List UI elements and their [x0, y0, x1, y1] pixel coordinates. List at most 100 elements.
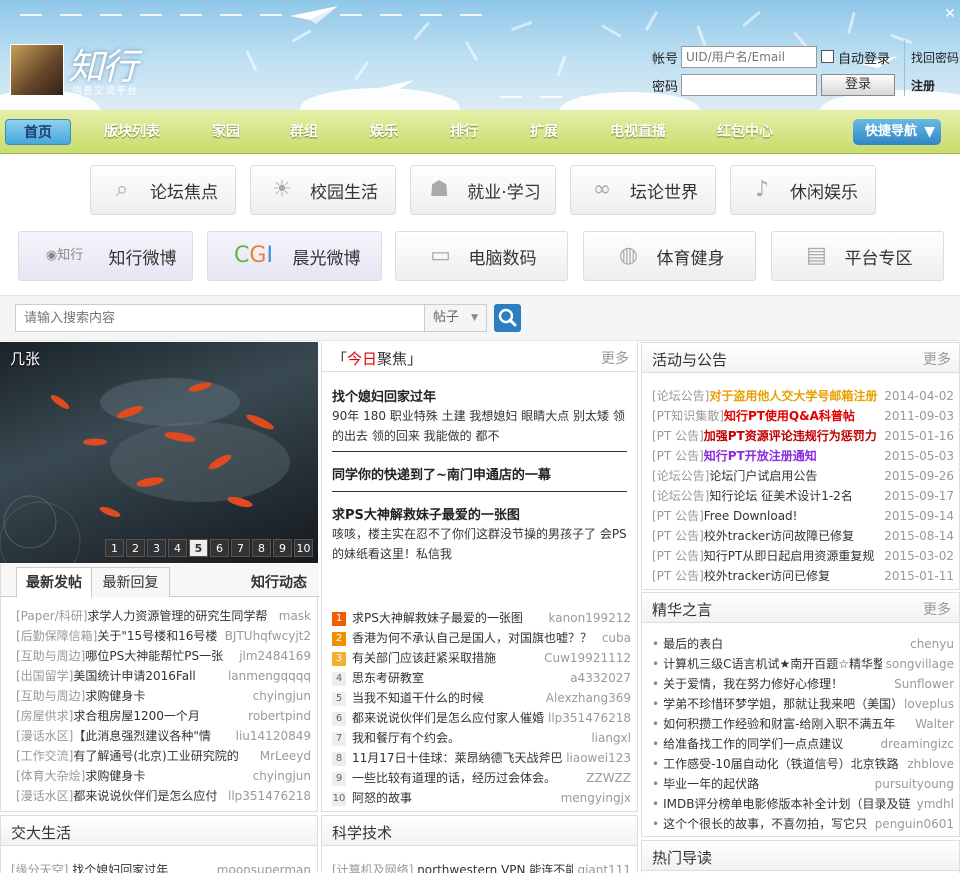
item-tag[interactable]: [论坛公告]	[652, 489, 709, 503]
nav-ranking[interactable]: 排行	[434, 119, 494, 145]
item-tag[interactable]: [出国留学]	[16, 669, 73, 683]
item-title[interactable]: 11月17日十佳球：莱昂纳德飞天战斧巴	[352, 751, 563, 765]
item-user[interactable]: loveplus	[900, 694, 954, 714]
list-item[interactable]: 1 求PS大神解救妹子最爱的一张图 kanon199212	[322, 608, 637, 628]
list-item[interactable]: 9 一些比较有道理的话，经历过会体会。 ZZWZZ	[322, 768, 637, 788]
item-user[interactable]: jlm2484169	[235, 646, 311, 666]
slideshow[interactable]: 几张 1 2 3 4 5 6 7 8 9 10	[0, 342, 318, 563]
list-item[interactable]: • 计算机三级C语言机试★南开百题☆精华整 songvillage	[642, 654, 960, 674]
item-user[interactable]: songvillage	[881, 654, 954, 674]
item-title[interactable]: 都来说说伙伴们是怎么应付	[73, 789, 217, 803]
list-item[interactable]: [后勤保障信箱]关于"15号楼和16号楼 BJTUhqfwcyjt2	[1, 626, 317, 646]
find-password-link[interactable]: 找回密码	[911, 49, 959, 66]
item-title[interactable]: 关于爱情，我在努力修好心修理！	[663, 677, 843, 691]
item-user[interactable]: cuba	[597, 628, 631, 648]
item-tag[interactable]: [论坛公告]	[652, 389, 709, 403]
list-item[interactable]: [出国留学]美国统计申请2016Fall lanmengqqqq	[1, 666, 317, 686]
focus-article-title[interactable]: 求PS大神解救妹子最爱的一张图	[332, 504, 520, 523]
focus-more-link[interactable]: 更多	[601, 348, 629, 368]
nav-home[interactable]: 首页	[5, 119, 71, 145]
category-computer-digital[interactable]: ▭ 电脑数码	[395, 231, 568, 281]
list-item[interactable]: • 这个个很长的故事，不喜勿拍，写它只 penguin0601	[642, 814, 960, 834]
item-tag[interactable]: [互助与周边]	[16, 649, 85, 663]
focus-article-title[interactable]: 同学你的快递到了~南门申通店的一幕	[332, 464, 551, 483]
item-title[interactable]: 给准备找工作的同学们一点点建议	[663, 737, 843, 751]
list-item[interactable]: 3 有关部门应该赶紧采取措施 Cuw19921112	[322, 648, 637, 668]
item-title[interactable]: 都来说说伙伴们是怎么应付家人催婚	[352, 711, 544, 725]
item-title[interactable]: 这个个很长的故事，不喜勿拍，写它只	[663, 817, 867, 831]
slide-page[interactable]: 4	[168, 539, 187, 557]
slide-page[interactable]: 2	[126, 539, 145, 557]
category-sports[interactable]: ◍ 体育健身	[583, 231, 756, 281]
item-title[interactable]: 校外tracker访问已修复	[704, 569, 830, 583]
nav-entertainment[interactable]: 娱乐	[354, 119, 414, 145]
item-title[interactable]: 阿怒的故事	[352, 791, 412, 805]
zhixing-updates-title[interactable]: 知行动态	[251, 572, 307, 592]
item-user[interactable]: Walter	[911, 714, 954, 734]
search-button[interactable]	[494, 304, 521, 332]
activity-more-link[interactable]: 更多	[923, 349, 951, 369]
item-tag[interactable]: [后勤保障信箱]	[16, 629, 97, 643]
item-title[interactable]: 最后的表白	[663, 637, 723, 651]
item-tag[interactable]: [PT 公告]	[652, 549, 704, 563]
item-user[interactable]: mengyingjx	[556, 788, 631, 808]
list-item[interactable]: 2 香港为何不承认自己是国人，对国旗也嘘？？ cuba	[322, 628, 637, 648]
register-link[interactable]: 注册	[911, 77, 935, 94]
item-title[interactable]: 美国统计申请2016Fall	[73, 669, 195, 683]
item-title[interactable]: 一些比较有道理的话，经历过会体会。	[352, 771, 556, 785]
list-item[interactable]: 10 阿怒的故事 mengyingjx	[322, 788, 637, 808]
item-user[interactable]: Cuw19921112	[540, 648, 631, 668]
list-item[interactable]: • 关于爱情，我在努力修好心修理！ Sunflower	[642, 674, 960, 694]
quick-nav-button[interactable]: 快捷导航 ▼	[853, 119, 941, 145]
site-logo[interactable]: 知行 信息交流平台	[10, 42, 160, 98]
item-user[interactable]: ymdhl	[912, 794, 954, 814]
search-type-select[interactable]: 帖子 ▼	[425, 304, 487, 332]
tab-latest-posts[interactable]: 最新发帖	[16, 567, 92, 598]
list-item[interactable]: 8 11月17日十佳球：莱昂纳德飞天战斧巴 liaowei123	[322, 748, 637, 768]
item-title[interactable]: Free Download!	[704, 509, 798, 523]
item-title[interactable]: 当我不知道干什么的时候	[352, 691, 484, 705]
focus-article-title[interactable]: 找个媳妇回家过年	[332, 386, 436, 405]
list-item[interactable]: 7 我和餐厅有个约会。 liangxl	[322, 728, 637, 748]
slide-page[interactable]: 8	[252, 539, 271, 557]
item-title[interactable]: 哪位PS大神能帮忙PS一张	[85, 649, 223, 663]
list-item[interactable]: 5 当我不知道干什么的时候 Alexzhang369	[322, 688, 637, 708]
slide-page[interactable]: 10	[294, 539, 313, 557]
list-item[interactable]: • 毕业一年的起伏路 pursuityoung	[642, 774, 960, 794]
list-item[interactable]: [漫话水区]都来说说伙伴们是怎么应付 llp351476218	[1, 786, 317, 806]
list-item[interactable]: [体育大杂烩]求购健身卡 chyingjun	[1, 766, 317, 786]
list-item[interactable]: [工作交流]有了解通号(北京)工业研究院的 MrLeeyd	[1, 746, 317, 766]
auto-login-label[interactable]: 自动登录	[838, 48, 890, 67]
list-item[interactable]: 6 都来说说伙伴们是怎么应付家人催婚 llp351476218	[322, 708, 637, 728]
item-title[interactable]: IMDB评分榜单电影修版本补全计划（目录及链	[663, 797, 910, 811]
item-tag[interactable]: [PT 公告]	[652, 509, 704, 523]
list-item[interactable]: • 给准备找工作的同学们一点点建议 dreamingizc	[642, 734, 960, 754]
item-user[interactable]: chenyu	[906, 634, 954, 654]
item-title[interactable]: 知行PT从即日起启用资源重复规	[704, 549, 875, 563]
list-item[interactable]: • IMDB评分榜单电影修版本补全计划（目录及链 ymdhl	[642, 794, 960, 814]
item-title[interactable]: 知行PT开放注册通知	[704, 449, 817, 463]
item-tag[interactable]: [漫话水区]	[16, 789, 73, 803]
nav-forum-list[interactable]: 版块列表	[94, 119, 170, 145]
item-user[interactable]: robertpind	[244, 706, 311, 726]
item-tag[interactable]: [PT知识集散]	[652, 409, 724, 423]
list-item[interactable]: [论坛公告]知行论坛 征美术设计1-2名 2015-09-17	[642, 486, 960, 506]
item-title[interactable]: 思东考研教室	[352, 671, 424, 685]
slide-page[interactable]: 3	[147, 539, 166, 557]
item-title[interactable]: 求购健身卡	[85, 689, 145, 703]
list-item[interactable]: [PT 公告]知行PT从即日起启用资源重复规 2015-03-02	[642, 546, 960, 566]
list-item[interactable]: [论坛公告]对于盗用他人交大学号邮箱注册 2014-04-02	[642, 386, 960, 406]
item-title[interactable]: 加强PT资源评论违规行为惩罚力	[704, 429, 877, 443]
login-button[interactable]: 登录	[821, 74, 895, 96]
item-title[interactable]: 如何积攒工作经验和财富-给刚入职不满五年	[663, 717, 895, 731]
item-title[interactable]: 毕业一年的起伏路	[663, 777, 759, 791]
list-item[interactable]: [房屋供求]求合租房屋1200一个月 robertpind	[1, 706, 317, 726]
password-input[interactable]	[681, 74, 817, 96]
auto-login-checkbox[interactable]	[821, 50, 834, 63]
nav-extensions[interactable]: 扩展	[514, 119, 574, 145]
item-user[interactable]: liu14120849	[231, 726, 311, 746]
item-user[interactable]: Sunflower	[890, 674, 954, 694]
slide-page[interactable]: 1	[105, 539, 124, 557]
item-title[interactable]: 求合租房屋1200一个月	[73, 709, 200, 723]
item-title[interactable]: 知行PT使用Q&A科普帖	[724, 409, 855, 423]
